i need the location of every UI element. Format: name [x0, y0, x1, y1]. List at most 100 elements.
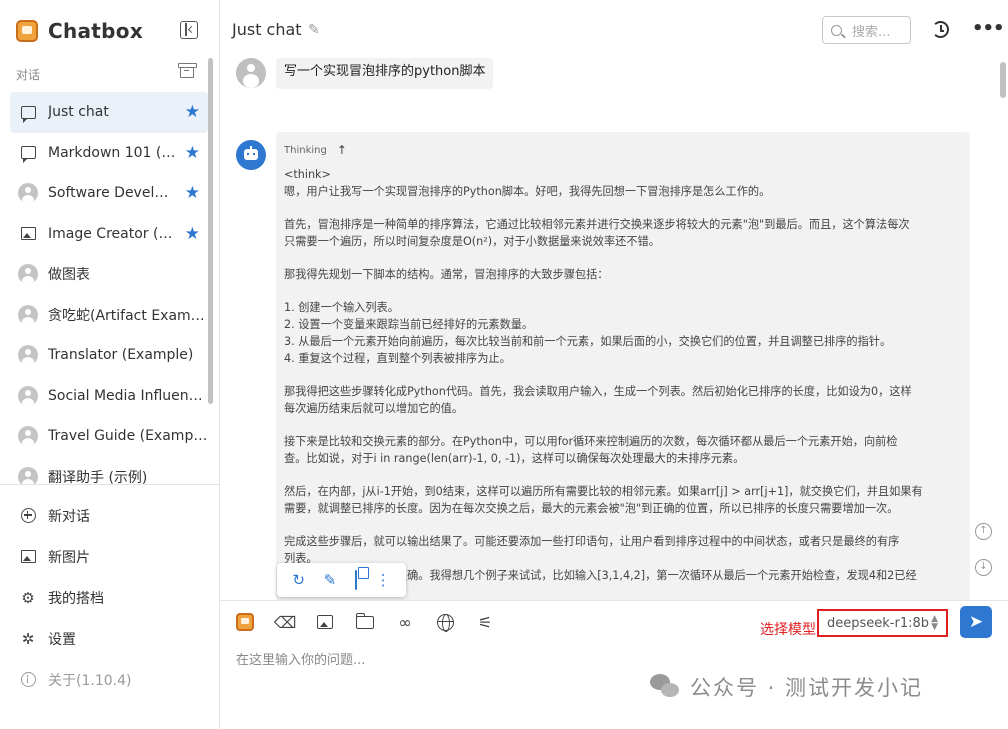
history-icon[interactable] — [932, 21, 949, 38]
thinking-line: 每次遍历结束后就可以增加它的值。 — [284, 402, 464, 415]
settings-sliders-icon[interactable]: ⚟ — [474, 611, 496, 633]
menu-label: 设置 — [48, 631, 76, 648]
user-avatar — [236, 58, 266, 88]
avatar-icon — [18, 345, 38, 366]
thinking-line: 嗯，用户让我写一个实现冒泡排序的Python脚本。好吧，我得先回想一下冒泡排序是… — [284, 185, 771, 198]
more-options-icon[interactable]: ••• — [972, 18, 1005, 39]
watermark: 公众号 · 测试开发小记 — [650, 672, 923, 702]
thinking-line: 首先，冒泡排序是一种简单的排序算法，它通过比较相邻元素并进行交换来逐步将较大的元… — [284, 218, 910, 231]
session-label: Travel Guide (Example) — [48, 428, 208, 445]
session-item[interactable]: Markdown 101 (Example) ★ — [10, 133, 208, 174]
thinking-line: 需要，就调整已排序的长度。因为在每次交换之后，最大的元素会被"泡"到正确的位置，… — [284, 502, 899, 515]
model-hint-label: 选择模型 — [760, 622, 816, 638]
input-area: ⌫ ∞ ⚟ 选择模型 deepseek-r1:8b ▲ ▼ ➤ 在这里输入你的问题… — [220, 600, 1008, 729]
thinking-line: 4. 重复这个过程，直到整个列表被排序为止。 — [284, 352, 511, 365]
about-button[interactable]: 关于(1.10.4) — [0, 659, 219, 700]
robot-icon: ⚙ — [21, 588, 35, 607]
scroll-to-top-icon[interactable]: ↑ — [975, 523, 992, 540]
chat-header: Just chat ✎ 搜索... ••• — [220, 0, 1008, 58]
info-icon — [20, 672, 36, 688]
app-name: Chatbox — [48, 19, 144, 43]
input-toolbar: ⌫ ∞ ⚟ — [234, 611, 514, 633]
search-icon — [831, 24, 842, 36]
assistant-message: Thinking ↑ <think> 嗯，用户让我写一个实现冒泡排序的Python… — [276, 132, 970, 600]
plus-circle-icon — [20, 508, 36, 524]
chat-icon — [18, 102, 38, 123]
thinking-label: Thinking — [284, 144, 327, 156]
search-placeholder: 搜索... — [852, 24, 891, 40]
collapse-sidebar-icon[interactable] — [180, 21, 198, 39]
star-icon[interactable]: ★ — [185, 224, 200, 244]
menu-label: 我的搭档 — [48, 590, 104, 607]
session-item[interactable]: Social Media Influencer (Example) — [10, 376, 208, 417]
link-icon[interactable]: ∞ — [394, 611, 416, 633]
session-item[interactable]: 做图表 — [10, 254, 208, 295]
session-label: Markdown 101 (Example) — [48, 144, 176, 161]
eraser-icon[interactable]: ⌫ — [274, 611, 297, 633]
thinking-line: 接下来是比较和交换元素的部分。在Python中，可以用for循环来控制遍历的次数… — [284, 435, 898, 448]
scroll-to-bottom-icon[interactable]: ↓ — [975, 559, 992, 576]
thinking-line: 2. 设置一个变量来跟踪当前已经排好的元素数量。 — [284, 318, 534, 331]
model-selector[interactable]: deepseek-r1:8b ▲ ▼ — [817, 609, 948, 637]
chat-icon — [18, 143, 38, 164]
session-item[interactable]: 贪吃蛇(Artifact Example) — [10, 295, 208, 336]
user-message: 写一个实现冒泡排序的python脚本 — [276, 58, 494, 89]
session-label: Social Media Influencer (Example) — [48, 387, 208, 404]
collapse-arrow-icon[interactable]: ↑ — [337, 142, 347, 159]
model-value: deepseek-r1:8b — [827, 615, 930, 631]
watermark-text: 公众号 · 测试开发小记 — [690, 676, 924, 700]
session-item[interactable]: Travel Guide (Example) — [10, 416, 208, 457]
bot-avatar — [236, 140, 266, 170]
new-chat-button[interactable]: 新对话 — [0, 495, 219, 536]
add-image-icon — [20, 549, 36, 565]
thinking-line: <think> — [284, 168, 331, 181]
message-input[interactable]: 在这里输入你的问题... — [236, 649, 365, 668]
session-label: 贪吃蛇(Artifact Example) — [48, 307, 208, 324]
image-icon[interactable] — [314, 611, 336, 633]
folder-icon[interactable] — [354, 611, 376, 633]
session-label: Just chat — [48, 104, 109, 121]
session-label: 做图表 — [48, 267, 90, 284]
session-label: Image Creator (Example) — [48, 225, 176, 242]
chatbox-logo-icon[interactable] — [234, 611, 256, 633]
star-icon[interactable]: ★ — [185, 183, 200, 203]
regenerate-icon[interactable]: ↻ — [292, 571, 305, 589]
session-item[interactable]: Image Creator (Example) ★ — [10, 214, 208, 255]
menu-label: 关于(1.10.4) — [48, 672, 132, 689]
chat-title: Just chat — [232, 20, 302, 39]
avatar-icon — [18, 385, 38, 406]
thinking-line: 然后，在内部，j从i-1开始，到0结束，这样可以遍历所有需要比较的相邻元素。如果… — [284, 485, 923, 498]
session-list: Just chat ★ Markdown 101 (Example) ★ Sof… — [10, 92, 208, 497]
thinking-header[interactable]: Thinking ↑ — [284, 142, 962, 158]
new-image-button[interactable]: 新图片 — [0, 536, 219, 577]
session-item[interactable]: Just chat ★ — [10, 92, 208, 133]
more-vertical-icon[interactable]: ⋮ — [376, 571, 391, 589]
session-item[interactable]: Translator (Example) — [10, 335, 208, 376]
search-input[interactable]: 搜索... — [822, 16, 911, 44]
thinking-line: 只需要一个遍历，所以时间复杂度是O(n²)，对于小数据量来说效率还不错。 — [284, 235, 660, 248]
copy-icon[interactable] — [354, 570, 357, 590]
edit-icon[interactable]: ✎ — [324, 571, 337, 589]
session-label: Translator (Example) — [48, 347, 194, 364]
thinking-line: 那我得把这些步骤转化成Python代码。首先，我会读取用户输入，生成一个列表。然… — [284, 385, 912, 398]
my-partners-button[interactable]: ⚙ 我的搭档 — [0, 577, 219, 618]
brand: Chatbox — [16, 16, 143, 46]
sidebar-scrollbar[interactable] — [208, 58, 213, 404]
star-icon[interactable]: ★ — [185, 143, 200, 163]
archive-icon[interactable] — [178, 63, 197, 78]
send-button[interactable]: ➤ — [960, 606, 992, 638]
edit-title-icon[interactable]: ✎ — [308, 22, 320, 38]
session-item[interactable]: Software Developer (Example) ★ — [10, 173, 208, 214]
globe-icon[interactable] — [434, 611, 456, 633]
avatar-icon — [18, 264, 38, 285]
wechat-icon — [650, 674, 680, 700]
messages-scrollbar[interactable] — [1000, 62, 1006, 98]
avatar-icon — [18, 183, 38, 204]
thinking-content: <think> 嗯，用户让我写一个实现冒泡排序的Python脚本。好吧，我得先回想… — [284, 166, 962, 584]
star-icon[interactable]: ★ — [185, 102, 200, 122]
settings-button[interactable]: ✲ 设置 — [0, 618, 219, 659]
